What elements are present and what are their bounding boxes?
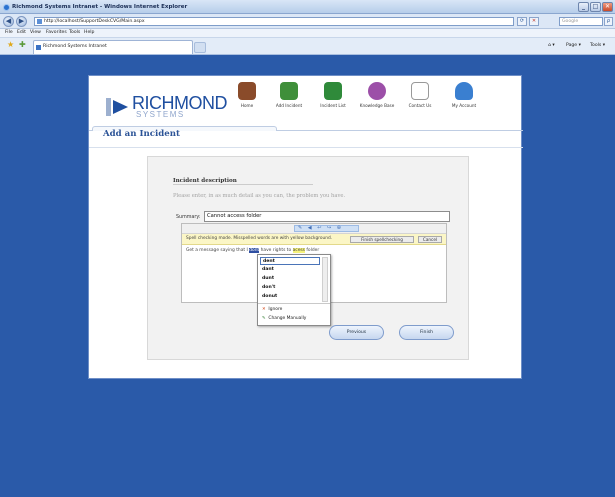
envelope-icon	[411, 82, 429, 100]
tab-bar: ★ ✚ Richmond Systems Intranet ⌂ ▾ Page ▾…	[0, 38, 615, 55]
home-icon[interactable]: ⌂ ▾	[548, 42, 555, 50]
search-input[interactable]: Google	[559, 17, 603, 26]
back-button[interactable]: ◀	[3, 16, 14, 27]
suggestion-item[interactable]: donut	[260, 293, 320, 301]
ie-logo-icon	[3, 4, 10, 11]
tab-label: Richmond Systems Intranet	[43, 44, 107, 49]
suggestions-scrollbar[interactable]	[322, 257, 328, 302]
url-input[interactable]: http://localhost/SupportDeskCVG/Main.asp…	[34, 17, 514, 26]
incident-list-icon	[324, 82, 342, 100]
window-title: Richmond Systems Intranet - Windows Inte…	[12, 4, 188, 10]
instructions-text: Please enter, in as much detail as you c…	[173, 193, 346, 199]
editor-toolbar: ✎ ◀ ↩ ↪ ⊕	[182, 224, 446, 234]
change-manually-option[interactable]: ✎ Change Manually	[262, 316, 306, 321]
menu-edit[interactable]: Edit	[17, 30, 26, 35]
forward-button[interactable]: ▶	[16, 16, 27, 27]
stop-button[interactable]: ✕	[529, 17, 539, 26]
nav-add-incident[interactable]: Add Incident	[269, 82, 309, 128]
browser-tab[interactable]: Richmond Systems Intranet	[33, 40, 193, 54]
users-icon	[455, 82, 473, 100]
finish-button[interactable]: Finish	[399, 325, 454, 340]
logo-mark-icon	[106, 98, 128, 116]
cancel-spellcheck-button[interactable]: Cancel	[418, 236, 442, 243]
spelling-suggestions-menu: dent dant dunt don't donut ✕ Ignore ✎ Ch…	[257, 254, 331, 326]
editor-text[interactable]: Get a message saying that I dont have ri…	[186, 248, 319, 253]
add-incident-icon	[280, 82, 298, 100]
summary-input[interactable]: Cannot access folder	[204, 211, 450, 222]
window-titlebar: Richmond Systems Intranet - Windows Inte…	[0, 0, 615, 14]
favorites-star-icon[interactable]: ★	[7, 40, 14, 49]
richmond-logo[interactable]: RICHMOND SYSTEMS	[106, 92, 228, 122]
menu-separator	[258, 303, 330, 304]
tools-menu[interactable]: Tools ▾	[590, 42, 605, 50]
page-icon	[37, 19, 42, 24]
menu-tools[interactable]: Tools	[69, 30, 80, 35]
url-text: http://localhost/SupportDeskCVG/Main.asp…	[44, 19, 145, 24]
nav-my-account[interactable]: My Account	[444, 82, 484, 128]
suggestion-item[interactable]: dunt	[260, 275, 320, 283]
nav-home[interactable]: Home	[227, 82, 267, 128]
nav-knowledge-base[interactable]: Knowledge Base	[357, 82, 397, 128]
page-title: Add an Incident	[103, 129, 180, 139]
nav-incident-list[interactable]: Incident List	[313, 82, 353, 128]
selected-misspelled-word[interactable]: dont	[249, 248, 260, 253]
window-controls: _ □ ✕	[578, 2, 613, 12]
finish-spellchecking-button[interactable]: Finish spellchecking	[350, 236, 414, 243]
page-menu[interactable]: Page ▾	[566, 42, 581, 50]
misspelled-word[interactable]: acess	[292, 248, 305, 253]
suggestion-item[interactable]: dent	[260, 257, 320, 265]
suggestion-item[interactable]: dant	[260, 266, 320, 274]
add-favorites-icon[interactable]: ✚	[19, 40, 26, 49]
refresh-button[interactable]: ⟳	[517, 17, 527, 26]
title-divider	[89, 147, 523, 148]
ignore-option[interactable]: ✕ Ignore	[262, 307, 282, 312]
ignore-icon: ✕	[262, 307, 266, 312]
spellcheck-bar: Spell checking mode. Misspelled words ar…	[182, 234, 446, 245]
intranet-page: RICHMOND SYSTEMS Home Add Incident Incid…	[88, 75, 523, 379]
menu-view[interactable]: View	[30, 30, 41, 35]
spellcheck-message: Spell checking mode. Misspelled words ar…	[186, 236, 333, 241]
search-go-button[interactable]: ρ	[604, 17, 613, 26]
heading-divider	[173, 184, 313, 185]
previous-button[interactable]: Previous	[329, 325, 384, 340]
menu-bar: File Edit View Favorites Tools Help	[0, 29, 615, 38]
home-icon	[238, 82, 256, 100]
description-editor: ✎ ◀ ↩ ↪ ⊕ Spell checking mode. Misspelle…	[181, 223, 447, 326]
nav-contact-us[interactable]: Contact Us	[400, 82, 440, 128]
new-tab-button[interactable]	[194, 42, 206, 53]
tab-page-icon	[36, 45, 41, 50]
minimize-button[interactable]: _	[578, 2, 589, 12]
editor-toolbar-icons[interactable]: ✎ ◀ ↩ ↪ ⊕	[294, 225, 359, 232]
logo-sub: SYSTEMS	[136, 110, 185, 119]
knowledge-base-icon	[368, 82, 386, 100]
close-button[interactable]: ✕	[602, 2, 613, 12]
menu-file[interactable]: File	[5, 30, 13, 35]
menu-favorites[interactable]: Favorites	[46, 30, 67, 35]
suggestion-item[interactable]: don't	[260, 284, 320, 292]
address-bar: ◀ ▶ http://localhost/SupportDeskCVG/Main…	[0, 14, 615, 29]
menu-help[interactable]: Help	[84, 30, 94, 35]
incident-form-panel: Incident description Please enter, in as…	[147, 156, 469, 360]
edit-pencil-icon: ✎	[262, 316, 266, 321]
summary-label: Summary:	[176, 215, 201, 220]
maximize-button[interactable]: □	[590, 2, 601, 12]
